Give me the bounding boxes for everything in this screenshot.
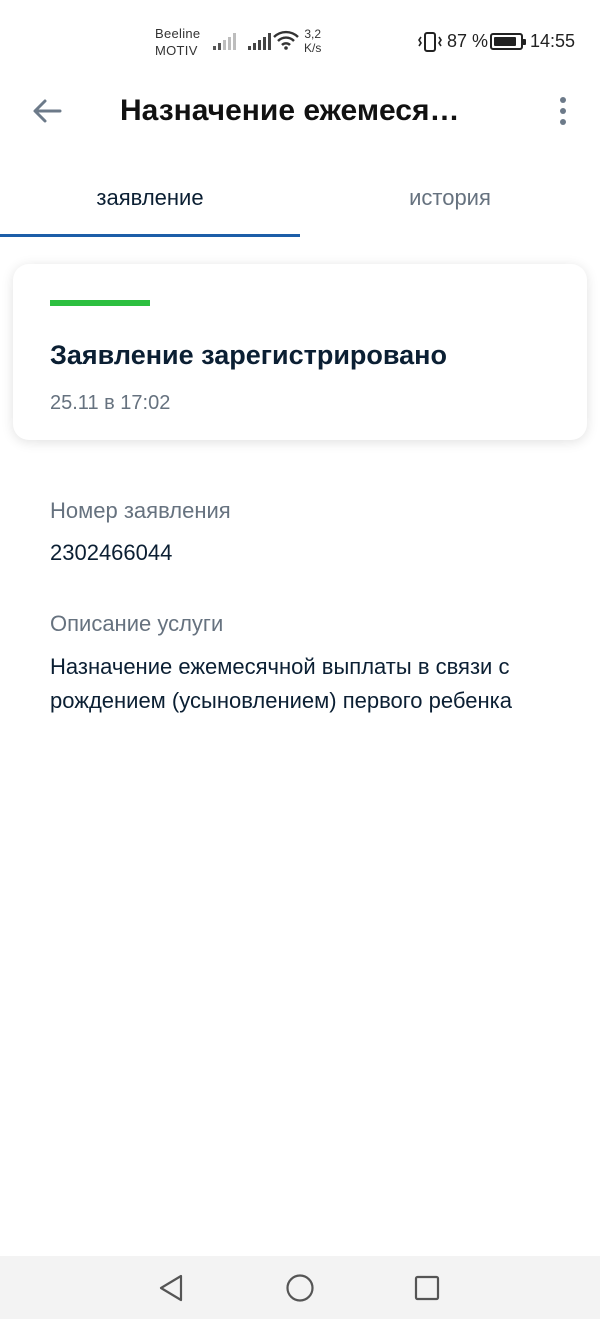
battery-percent: 87 % [447,31,489,51]
service-description-value: Назначение ежемесячной выплаты в связи с… [50,654,512,713]
back-button[interactable] [28,92,66,130]
arrow-left-icon [33,99,62,123]
tab-application[interactable]: заявление [0,170,300,237]
tab-indicator [0,234,300,237]
nav-recents-button[interactable] [409,1270,445,1306]
more-options-button[interactable] [550,94,576,128]
wifi-icon [273,30,299,50]
more-vertical-icon [560,97,566,103]
square-recents-icon [414,1275,440,1301]
service-description-label: Описание услуги [50,611,224,636]
application-number-value: 2302466044 [50,540,173,565]
network-speed: 3,2 K/s [304,27,321,55]
battery-fill [494,37,516,46]
tab-history[interactable]: история [300,170,600,237]
application-number-label: Номер заявления [50,498,231,523]
speed-value: 3,2 [304,27,322,41]
carrier-bottom: MOTIV [155,43,198,58]
circle-home-icon [286,1274,314,1302]
carrier-label: Beeline MOTIV [155,25,200,59]
carrier-top: Beeline [155,26,201,41]
tab-bar: заявление история [0,170,600,237]
signal-1-icon [213,32,236,50]
status-indicator [50,300,150,306]
status-date: 25.11 в 17:02 [50,392,171,414]
battery-icon [490,33,526,50]
status-card: Заявление зарегистрировано 25.11 в 17:02 [13,264,587,440]
more-vertical-icon-dot [560,108,566,114]
app-bar: Назначение ежемеся… [0,84,600,140]
speed-unit: K/s [304,41,322,55]
nav-back-button[interactable] [153,1270,189,1306]
signal-2-icon [248,32,271,50]
vibrate-icon [418,32,442,52]
page-title: Назначение ежемеся… [120,94,460,127]
status-title: Заявление зарегистрировано [50,340,447,370]
clock: 14:55 [530,31,576,51]
triangle-back-icon [159,1274,183,1302]
status-bar: Beeline MOTIV 3,2 K/s 87 % 14:55 [0,0,600,84]
nav-home-button[interactable] [282,1270,318,1306]
more-vertical-icon-dot [560,119,566,125]
system-nav-bar [0,1256,600,1319]
